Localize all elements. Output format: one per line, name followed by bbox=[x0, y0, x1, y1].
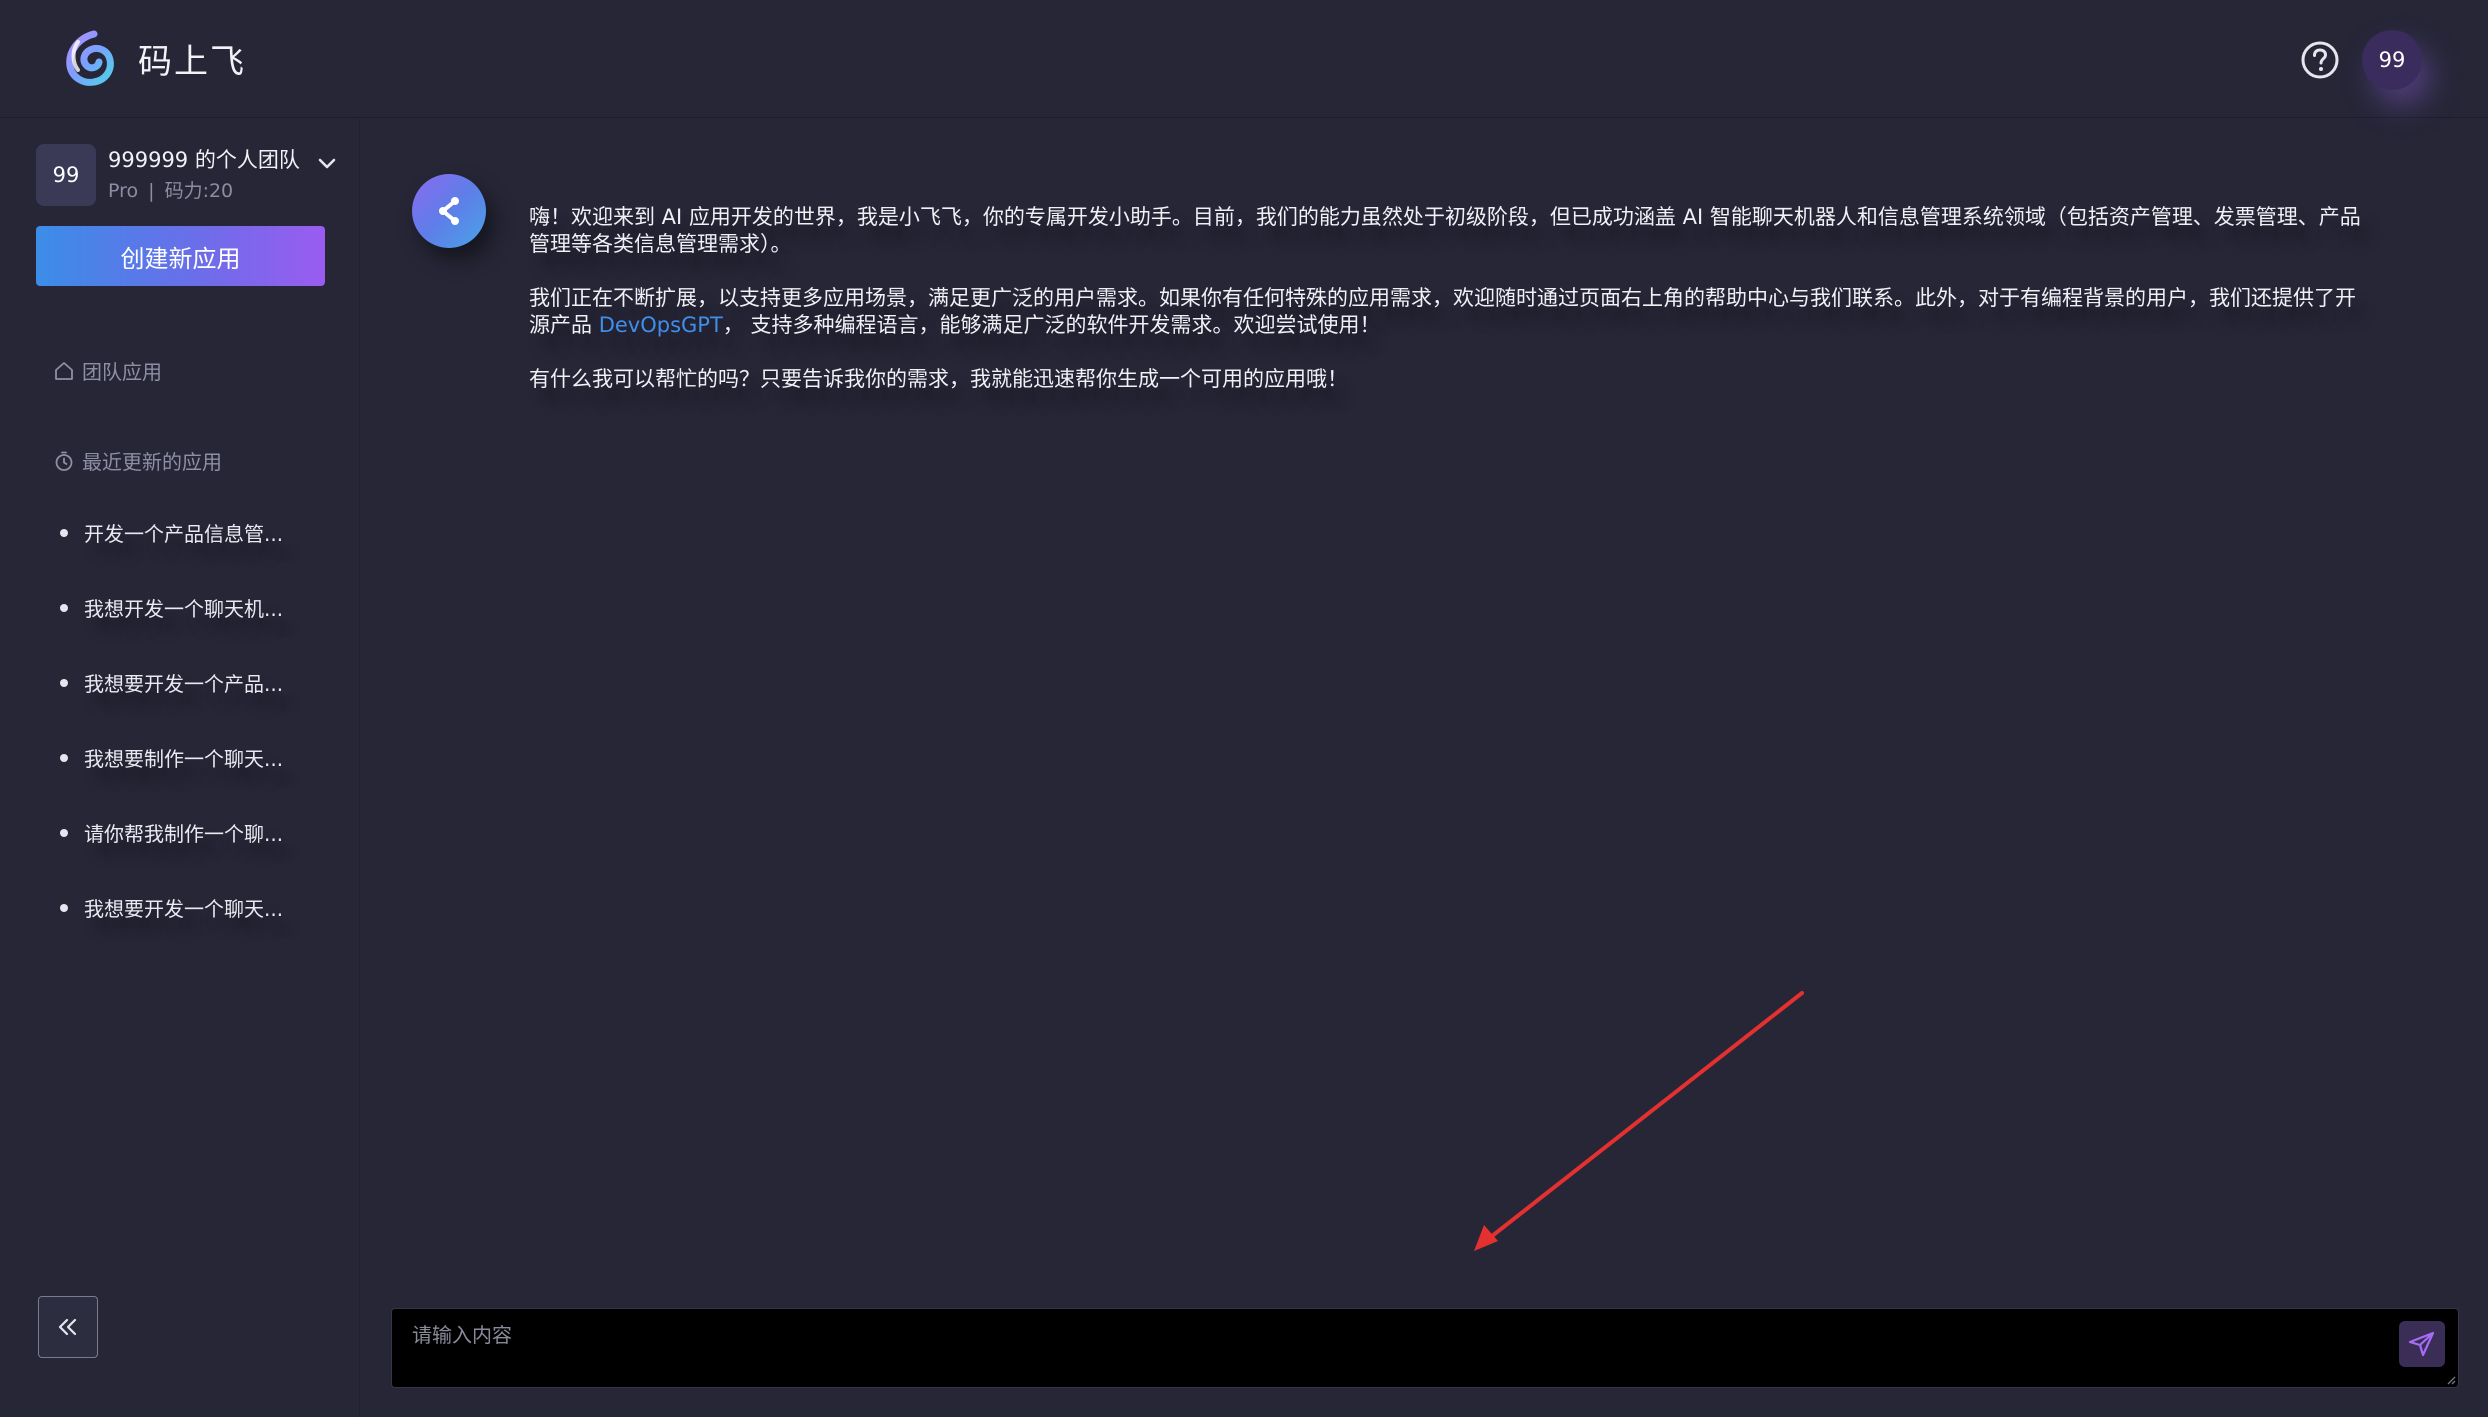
app-name: 码上飞 bbox=[138, 42, 246, 82]
sidebar-item-label: 最近更新的应用 bbox=[82, 450, 222, 474]
bullet-icon bbox=[60, 754, 68, 762]
share-icon bbox=[439, 197, 459, 225]
annotation-arrow bbox=[1474, 991, 1804, 1251]
question-circle-icon[interactable] bbox=[2300, 40, 2340, 80]
list-item-label: 请你帮我制作一个聊... bbox=[84, 822, 284, 846]
team-power: 码力:20 bbox=[164, 180, 234, 202]
chat-panel: 嗨！欢迎来到 AI 应用开发的世界，我是小飞飞，你的专属开发小助手。目前，我们的… bbox=[360, 118, 2488, 1417]
message-text: ， 支持多种编程语言，能够满足广泛的软件开发需求。欢迎尝试使用！ bbox=[722, 313, 1381, 337]
list-item[interactable]: 开发一个产品信息管... bbox=[58, 518, 338, 593]
home-icon bbox=[55, 361, 73, 380]
collapse-sidebar-button[interactable] bbox=[38, 1296, 98, 1358]
sidebar-item-recent-apps[interactable]: 最近更新的应用 bbox=[52, 446, 222, 475]
chevron-down-icon[interactable] bbox=[316, 152, 338, 174]
sidebar-item-label: 团队应用 bbox=[82, 360, 162, 384]
list-item-label: 我想要开发一个聊天... bbox=[84, 897, 284, 921]
list-item-label: 我想要开发一个产品... bbox=[84, 672, 284, 696]
resize-grip-icon[interactable] bbox=[2444, 1373, 2456, 1385]
message-paragraph: 有什么我可以帮忙的吗？只要告诉我你的需求，我就能迅速帮你生成一个可用的应用哦！ bbox=[529, 367, 1348, 391]
message-input[interactable] bbox=[412, 1319, 2372, 1375]
assistant-avatar bbox=[412, 174, 486, 248]
list-item-label: 我想要制作一个聊天... bbox=[84, 747, 284, 771]
stopwatch-icon bbox=[55, 451, 73, 471]
user-avatar[interactable]: 99 bbox=[2362, 30, 2422, 90]
list-item-label: 开发一个产品信息管... bbox=[84, 522, 284, 546]
create-app-button[interactable]: 创建新应用 bbox=[36, 226, 325, 286]
list-item[interactable]: 我想开发一个聊天机... bbox=[58, 593, 338, 668]
team-name[interactable]: 999999 的个人团队 bbox=[108, 144, 300, 174]
list-item-label: 我想开发一个聊天机... bbox=[84, 597, 284, 621]
sidebar: 99 999999 的个人团队 Pro | 码力:20 创建新应用 团队应用 最近更… bbox=[0, 118, 360, 1417]
bullet-icon bbox=[60, 529, 68, 537]
message-paragraph: 嗨！欢迎来到 AI 应用开发的世界，我是小飞飞，你的专属开发小助手。目前，我们的… bbox=[529, 205, 2361, 256]
team-avatar[interactable]: 99 bbox=[36, 144, 96, 206]
team-plan: Pro bbox=[108, 180, 139, 202]
list-item[interactable]: 我想要开发一个产品... bbox=[58, 668, 338, 743]
send-icon bbox=[2408, 1331, 2435, 1357]
message-paragraph: 我们正在不断扩展，以支持更多应用场景，满足更广泛的用户需求。如果你有任何特殊的应… bbox=[529, 285, 2369, 339]
list-item[interactable]: 请你帮我制作一个聊... bbox=[58, 818, 338, 893]
bullet-icon bbox=[60, 904, 68, 912]
send-button[interactable] bbox=[2399, 1321, 2445, 1367]
team-meta-separator: | bbox=[148, 180, 155, 202]
devopsgpt-link[interactable]: DevOpsGPT bbox=[599, 313, 723, 337]
assistant-message: 嗨！欢迎来到 AI 应用开发的世界，我是小飞飞，你的专属开发小助手。目前，我们的… bbox=[529, 204, 2369, 420]
sidebar-item-team-apps[interactable]: 团队应用 bbox=[52, 356, 162, 385]
double-chevron-left-icon bbox=[58, 1318, 77, 1336]
bullet-icon bbox=[60, 679, 68, 687]
bullet-icon bbox=[60, 604, 68, 612]
team-meta: Pro | 码力:20 bbox=[108, 176, 233, 203]
bullet-icon bbox=[60, 829, 68, 837]
top-bar: 码上飞 99 bbox=[0, 0, 2488, 118]
list-item[interactable]: 我想要开发一个聊天... bbox=[58, 893, 338, 968]
list-item[interactable]: 我想要制作一个聊天... bbox=[58, 743, 338, 818]
recent-app-list: 开发一个产品信息管... 我想开发一个聊天机... 我想要开发一个产品... 我… bbox=[58, 518, 338, 968]
message-input-box bbox=[391, 1308, 2459, 1388]
logo-icon bbox=[66, 30, 114, 86]
